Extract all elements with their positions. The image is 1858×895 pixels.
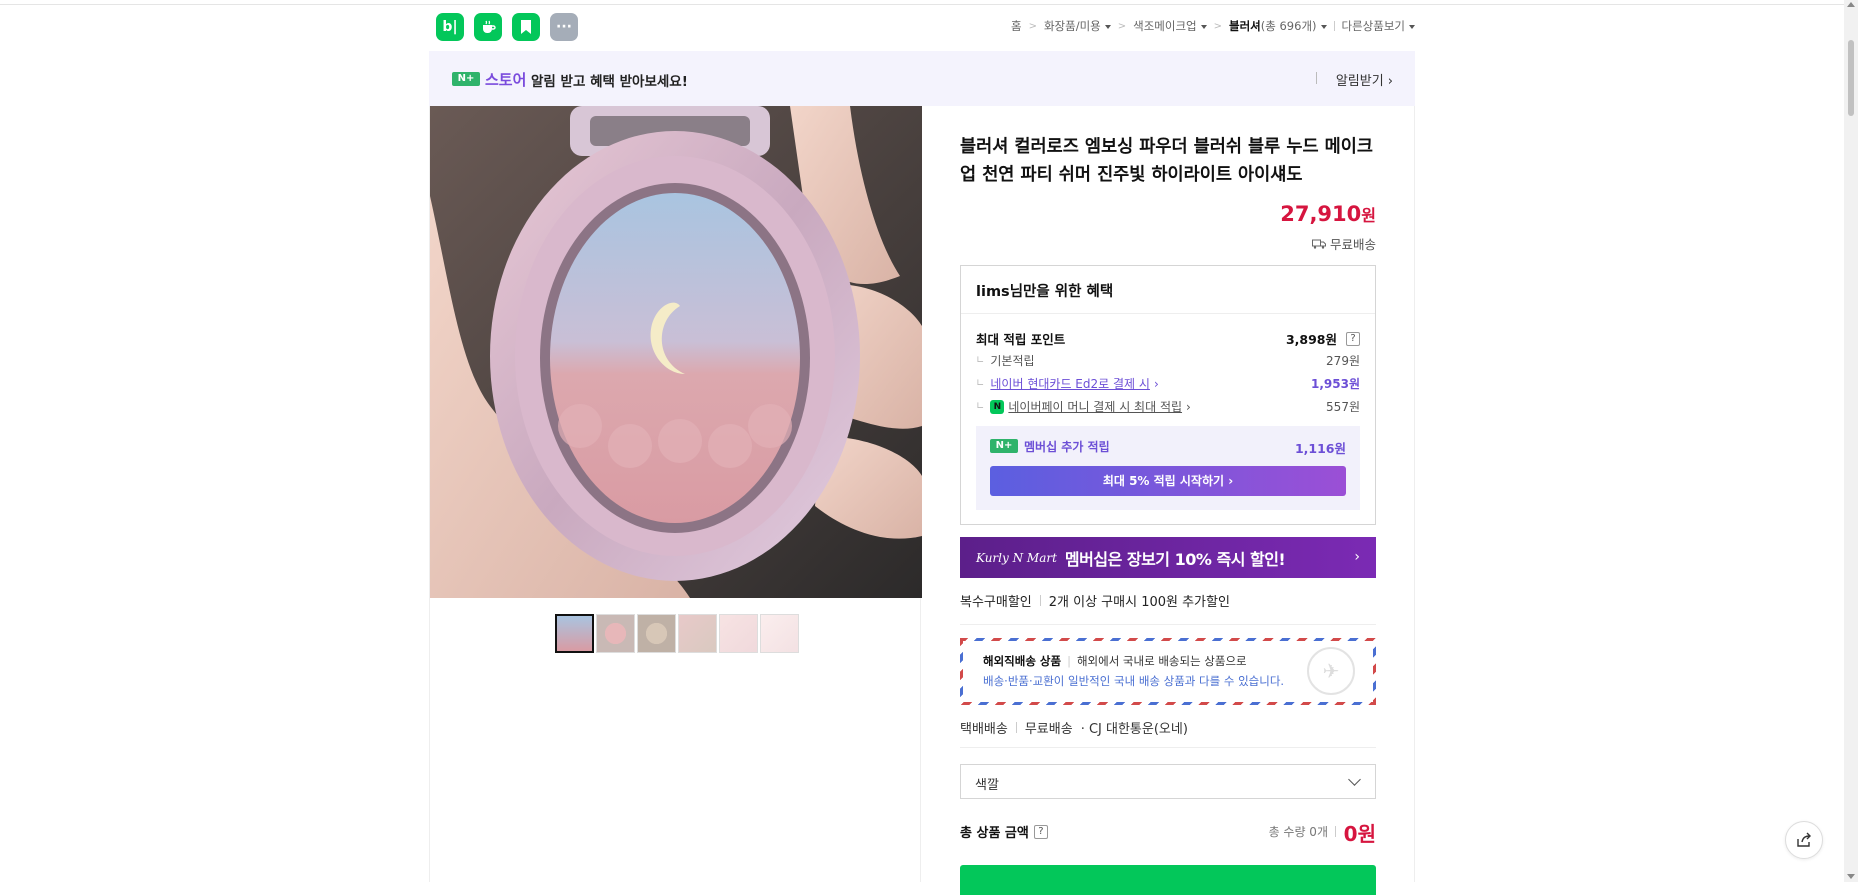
store-notification-banner: N+ 스토어 알림 받고 혜택 받아보세요! 알림받기 › (429, 51, 1415, 106)
buy-button[interactable] (960, 865, 1376, 895)
nplus-logo-icon: N+ (990, 439, 1018, 453)
top-divider (0, 4, 1858, 5)
banner-message: 알림 받고 혜택 받아보세요! (531, 74, 688, 90)
cafe-icon[interactable] (474, 13, 502, 41)
thumbnail-image[interactable] (719, 614, 758, 653)
help-icon[interactable]: ? (1346, 331, 1360, 346)
breadcrumb-cat1[interactable]: 화장품/미용 (1044, 18, 1111, 34)
airplane-icon: ✈ (1307, 647, 1355, 695)
total-label: 총 상품 금액? (960, 822, 1048, 841)
kurly-membership-banner[interactable]: Kurly N Mart 멤버십은 장보기 10% 즉시 할인! › (960, 537, 1376, 578)
breadcrumb-home[interactable]: 홈 (1011, 18, 1022, 34)
nplus-logo-icon: N+ (452, 72, 480, 86)
breadcrumb-cat2[interactable]: 색조메이크업 (1133, 18, 1207, 34)
delivery-info: 택배배송 무료배송 · CJ 대한통운(오네) (960, 722, 1188, 737)
divider (1316, 72, 1317, 84)
chevron-right-icon: > (1028, 20, 1037, 32)
truck-icon (1311, 239, 1326, 249)
thumbnail-image[interactable] (637, 614, 676, 653)
kurly-logo: Kurly N Mart (976, 550, 1057, 565)
breadcrumb-other-products[interactable]: 다른상품보기 (1342, 18, 1415, 34)
npay-icon: N (990, 399, 1005, 414)
divider (1333, 21, 1335, 31)
product-title: 블러셔 컬러로즈 엠보싱 파우더 블러쉬 블루 누드 메이크업 천연 파티 쉬머… (960, 137, 1373, 185)
share-button[interactable] (1785, 821, 1823, 859)
thumbnail-image[interactable] (760, 614, 799, 653)
chevron-down-icon (1348, 773, 1361, 786)
scrollbar-thumb[interactable] (1848, 40, 1854, 116)
bookmark-icon[interactable] (512, 13, 540, 41)
thumbnail-strip (555, 614, 799, 653)
help-icon[interactable]: ? (1033, 824, 1048, 839)
membership-label: 멤버십 추가 적립 (1024, 440, 1110, 454)
total-price-row: 총 상품 금액? 총 수량 0개 0원 (960, 818, 1376, 846)
app-icon-bar: b| ··· (436, 13, 578, 41)
max-points-row: 최대 적립 포인트 3,898원? (976, 329, 1360, 348)
store-label: 스토어 (485, 71, 527, 89)
vertical-scrollbar[interactable] (1844, 0, 1858, 882)
member-benefit-box: lims님만을 위한 혜택 최대 적립 포인트 3,898원? ∟ 기본적립 27… (960, 265, 1376, 525)
membership-start-button[interactable]: 최대 5% 적립 시작하기 › (990, 466, 1346, 496)
overseas-shipping-notice: 해외직배송 상품 | 해외에서 국내로 배송되는 상품으로 배송·반품·교환이 일반… (960, 638, 1376, 705)
caret-down-icon (1320, 24, 1327, 29)
breadcrumb: 홈 > 화장품/미용 > 색조메이크업 > 블러셔(총 696개) 다른상품보기 (1011, 18, 1415, 34)
card-points-row: ∟ 네이버 현대카드 Ed2로 결제 시 › 1,953원 (976, 375, 1360, 392)
share-icon (1797, 832, 1811, 847)
multi-buy-discount: 복수구매할인 2개 이상 구매시 100원 추가할인 (960, 595, 1230, 610)
caret-down-icon (1200, 24, 1207, 29)
basic-points-row: ∟ 기본적립 279원 (976, 354, 1360, 368)
caret-down-icon (1104, 24, 1111, 29)
scroll-down-icon[interactable] (1847, 874, 1855, 879)
card-benefit-link[interactable]: 네이버 현대카드 Ed2로 결제 시 (990, 375, 1150, 392)
membership-value: 1,116원 (1294, 441, 1346, 456)
product-price: 27,910원 (1280, 202, 1376, 226)
divider (1414, 106, 1415, 882)
shipping-info: 무료배송 (1311, 234, 1376, 253)
more-icon[interactable]: ··· (550, 13, 578, 41)
chevron-right-icon: > (1117, 20, 1127, 32)
chevron-right-icon: › (1354, 549, 1360, 565)
product-gallery (429, 106, 922, 882)
divider (1335, 826, 1336, 837)
thumbnail-image[interactable] (596, 614, 635, 653)
divider (960, 624, 1376, 625)
overseas-line1: 해외직배송 상품 | 해외에서 국내로 배송되는 상품으로 (983, 654, 1247, 668)
kurly-banner-text: 멤버십은 장보기 10% 즉시 할인! (1064, 549, 1286, 569)
total-amount: 0원 (1343, 822, 1376, 846)
alarm-subscribe-button[interactable]: 알림받기 › (1336, 70, 1393, 89)
breadcrumb-cat3[interactable]: 블러셔(총 696개) (1229, 18, 1327, 34)
color-option-select[interactable]: 색깔 (960, 764, 1376, 799)
total-quantity: 총 수량 0개 (1268, 825, 1328, 839)
blog-icon[interactable]: b| (436, 13, 464, 41)
divider (960, 747, 1376, 748)
caret-down-icon (1409, 24, 1415, 29)
npay-points-row: ∟ N 네이버페이 머니 결제 시 최대 적립 › 557원 (976, 398, 1360, 415)
thumbnail-image[interactable] (678, 614, 717, 653)
scroll-up-icon[interactable] (1847, 2, 1855, 7)
chevron-right-icon: > (1213, 20, 1223, 32)
npay-benefit-link[interactable]: 네이버페이 머니 결제 시 최대 적립 (1008, 398, 1182, 415)
overseas-line2: 배송·반품·교환이 일반적인 국내 배송 상품과 다를 수 있습니다. (983, 674, 1285, 688)
thumbnail-image[interactable] (555, 614, 594, 653)
membership-box: N+ 멤버십 추가 적립 1,116원 최대 5% 적립 시작하기 › (976, 426, 1360, 510)
benefit-header: lims님만을 위한 혜택 (961, 266, 1375, 314)
product-main-image[interactable] (430, 106, 922, 598)
